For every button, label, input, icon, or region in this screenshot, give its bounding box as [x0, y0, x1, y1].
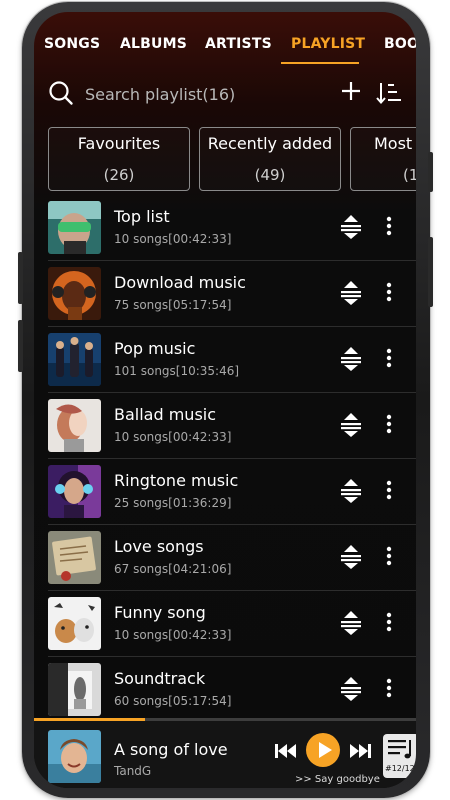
playlist-subtitle: 101 songs[10:35:46] — [114, 364, 240, 378]
tab-albums[interactable]: ALBUMS — [120, 36, 187, 52]
playlist-row[interactable]: Ringtone music 25 songs[01:36:29] — [48, 464, 416, 530]
now-playing-artwork — [48, 730, 101, 783]
row-divider — [48, 656, 416, 657]
drag-handle-icon[interactable] — [340, 478, 362, 508]
row-divider — [48, 590, 416, 591]
most-played-label: Most — [374, 134, 413, 153]
row-divider — [48, 260, 416, 261]
most-played-count: (1 — [403, 166, 416, 184]
drag-handle-icon[interactable] — [340, 346, 362, 376]
add-playlist-icon[interactable] — [340, 80, 362, 106]
playlist-thumbnail — [48, 333, 101, 386]
row-divider — [48, 392, 416, 393]
playlist-subtitle: 25 songs[01:36:29] — [114, 496, 232, 510]
tab-books[interactable]: BOO — [384, 36, 416, 52]
more-options-icon[interactable] — [385, 216, 393, 240]
drag-handle-icon[interactable] — [340, 544, 362, 574]
search-icon[interactable] — [48, 80, 74, 110]
recently-added-count: (49) — [254, 166, 286, 184]
drag-handle-icon[interactable] — [340, 280, 362, 310]
now-playing-artist: TandG — [114, 764, 152, 778]
playlist-subtitle: 10 songs[00:42:33] — [114, 232, 232, 246]
drag-handle-icon[interactable] — [340, 676, 362, 706]
volume-button — [18, 320, 23, 372]
playback-progress-fill — [34, 718, 145, 721]
drag-handle-icon[interactable] — [340, 412, 362, 442]
tab-songs[interactable]: SONGS — [44, 36, 100, 52]
power-button — [428, 152, 433, 192]
volume-button — [18, 252, 23, 304]
row-divider — [48, 458, 416, 459]
tab-bar: SONGS ALBUMS ARTISTS PLAYLIST BOO — [34, 36, 416, 70]
playlist-thumbnail — [48, 465, 101, 518]
recently-added-card[interactable]: Recently added (49) — [199, 127, 341, 191]
playlist-title: Download music — [114, 273, 246, 292]
favourites-label: Favourites — [77, 134, 161, 153]
most-played-card[interactable]: Most (1 — [350, 127, 416, 191]
recently-added-label: Recently added — [207, 134, 333, 153]
playlist-subtitle: 75 songs[05:17:54] — [114, 298, 232, 312]
more-options-icon[interactable] — [385, 414, 393, 438]
next-track-icon[interactable] — [349, 743, 371, 762]
tab-playlist[interactable]: PLAYLIST — [291, 36, 365, 52]
playlist-row[interactable]: Top list 10 songs[00:42:33] — [48, 200, 416, 266]
queue-icon — [388, 740, 411, 759]
playlist-thumbnail — [48, 267, 101, 320]
playback-progress-track[interactable] — [34, 718, 416, 721]
playlist-title: Pop music — [114, 339, 196, 358]
playlist-title: Ballad music — [114, 405, 217, 424]
more-options-icon[interactable] — [385, 348, 393, 372]
playlist-thumbnail — [48, 597, 101, 650]
playlist-title: Soundtrack — [114, 669, 206, 688]
row-divider — [48, 326, 416, 327]
up-next-text: >> Say goodbye — [295, 774, 380, 785]
playlist-row[interactable]: Download music 75 songs[05:17:54] — [48, 266, 416, 332]
drag-handle-icon[interactable] — [340, 214, 362, 244]
playlist-row[interactable]: Love songs 67 songs[04:21:06] — [48, 530, 416, 596]
previous-track-icon[interactable] — [275, 743, 297, 762]
drag-handle-icon[interactable] — [340, 610, 362, 640]
playlist-row[interactable]: Funny song 10 songs[00:42:33] — [48, 596, 416, 662]
more-options-icon[interactable] — [385, 480, 393, 504]
playlist-subtitle: 10 songs[00:42:33] — [114, 628, 232, 642]
tab-artists[interactable]: ARTISTS — [205, 36, 272, 52]
active-tab-indicator — [281, 62, 359, 64]
playlist-subtitle: 60 songs[05:17:54] — [114, 694, 232, 708]
playlist-thumbnail — [48, 531, 101, 584]
playlist-title: Funny song — [114, 603, 206, 622]
play-icon — [319, 742, 332, 758]
playlist-subtitle: 67 songs[04:21:06] — [114, 562, 232, 576]
playlist-title: Ringtone music — [114, 471, 239, 490]
side-button — [428, 237, 433, 307]
queue-button[interactable]: #12/123 — [383, 734, 416, 778]
playlist-subtitle: 10 songs[00:42:33] — [114, 430, 232, 444]
playlist-thumbnail — [48, 399, 101, 452]
mini-player[interactable]: A song of love TandG >> Say goodbye #12/… — [34, 718, 416, 788]
more-options-icon[interactable] — [385, 546, 393, 570]
now-playing-title: A song of love — [114, 740, 228, 759]
sort-icon[interactable] — [376, 81, 402, 109]
playlist-row[interactable]: Ballad music 10 songs[00:42:33] — [48, 398, 416, 464]
more-options-icon[interactable] — [385, 612, 393, 636]
app-screen: SONGS ALBUMS ARTISTS PLAYLIST BOO Search… — [34, 12, 416, 788]
search-input[interactable]: Search playlist(16) — [85, 85, 235, 104]
playlist-title: Love songs — [114, 537, 204, 556]
favourites-card[interactable]: Favourites (26) — [48, 127, 190, 191]
row-divider — [48, 524, 416, 525]
favourites-count: (26) — [103, 166, 135, 184]
playlist-row[interactable]: Pop music 101 songs[10:35:46] — [48, 332, 416, 398]
queue-position: #12/123 — [385, 764, 416, 773]
search-bar: Search playlist(16) — [34, 78, 416, 118]
playlist-title: Top list — [114, 207, 170, 226]
playlist-thumbnail — [48, 663, 101, 716]
more-options-icon[interactable] — [385, 282, 393, 306]
more-options-icon[interactable] — [385, 678, 393, 702]
play-button[interactable] — [306, 733, 340, 767]
playlist-thumbnail — [48, 201, 101, 254]
